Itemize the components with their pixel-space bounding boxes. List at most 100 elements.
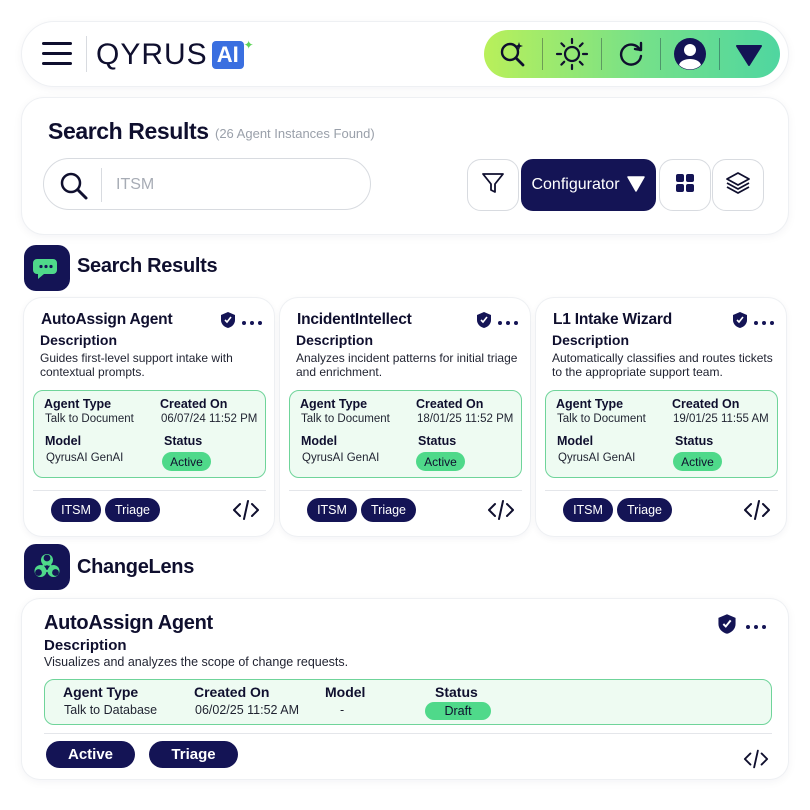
configurator-button[interactable]: Configurator xyxy=(521,159,656,211)
card-actions xyxy=(717,613,766,640)
agent-info-box: Agent Type Talk to Document Created On 1… xyxy=(289,390,522,478)
user-avatar-icon[interactable] xyxy=(661,30,719,78)
description-label: Description xyxy=(40,332,118,348)
more-options-icon[interactable] xyxy=(242,320,262,325)
agent-type-value: Talk to Document xyxy=(45,413,134,425)
status-badge: Active xyxy=(673,452,722,471)
card-divider xyxy=(289,490,522,491)
logo-text: QYRUS xyxy=(96,38,208,71)
created-on-label: Created On xyxy=(416,397,484,411)
biohazard-icon xyxy=(24,544,70,590)
agent-info-box: Agent Type Talk to Database Created On 0… xyxy=(44,679,772,725)
agent-description: Automatically classifies and routes tick… xyxy=(552,351,773,379)
grid-view-button[interactable] xyxy=(659,159,711,211)
tag-chip[interactable]: ITSM xyxy=(51,498,101,522)
agent-card[interactable]: AutoAssign Agent Description Guides firs… xyxy=(24,298,274,536)
agent-type-value: Talk to Database xyxy=(64,703,158,717)
agent-card[interactable]: IncidentIntellect Description Analyzes i… xyxy=(280,298,530,536)
more-options-icon[interactable] xyxy=(754,320,774,325)
code-embed-icon[interactable] xyxy=(743,748,769,775)
code-embed-icon[interactable] xyxy=(487,499,515,526)
tag-chip[interactable]: Triage xyxy=(617,498,672,522)
ai-search-icon[interactable] xyxy=(484,30,542,78)
chevron-down-icon xyxy=(626,173,646,198)
header-divider xyxy=(86,36,87,72)
tag-chip[interactable]: ITSM xyxy=(563,498,613,522)
card-actions xyxy=(220,311,262,334)
tag-chip[interactable]: Triage xyxy=(149,741,238,768)
agent-description: Guides first-level support intake with c… xyxy=(40,351,233,379)
created-on-value: 19/01/25 11:55 AM xyxy=(673,413,769,425)
agent-name: L1 Intake Wizard xyxy=(553,311,672,328)
tag-chip[interactable]: Active xyxy=(46,741,135,768)
agent-name: AutoAssign Agent xyxy=(44,612,213,634)
section-title-search-results: Search Results xyxy=(77,255,218,277)
logo-ai-badge: AI xyxy=(211,31,254,69)
status-label: Status xyxy=(164,434,203,448)
agent-type-value: Talk to Document xyxy=(557,413,646,425)
results-count: (26 Agent Instances Found) xyxy=(215,126,375,141)
code-embed-icon[interactable] xyxy=(232,499,260,526)
created-on-label: Created On xyxy=(194,684,270,700)
agent-card-wide[interactable]: AutoAssign Agent Description Visualizes … xyxy=(22,599,788,779)
tag-chip[interactable]: ITSM xyxy=(307,498,357,522)
search-box[interactable] xyxy=(43,158,371,210)
agent-info-box: Agent Type Talk to Document Created On 1… xyxy=(545,390,778,478)
status-badge: Active xyxy=(416,452,465,471)
created-on-value: 06/07/24 11:52 PM xyxy=(161,413,258,425)
status-badge: Active xyxy=(162,452,211,471)
model-value: - xyxy=(340,703,345,717)
agent-name: IncidentIntellect xyxy=(297,311,412,328)
shield-check-icon xyxy=(476,311,492,334)
configurator-label: Configurator xyxy=(531,176,620,193)
agent-type-label: Agent Type xyxy=(300,397,368,411)
model-label: Model xyxy=(301,434,338,448)
created-on-label: Created On xyxy=(160,397,228,411)
search-panel: Search Results (26 Agent Instances Found… xyxy=(22,98,788,234)
description-label: Description xyxy=(552,332,630,348)
header-toolbar xyxy=(484,30,780,78)
card-actions xyxy=(732,311,774,334)
card-divider xyxy=(44,733,772,734)
model-label: Model xyxy=(45,434,82,448)
more-options-icon[interactable] xyxy=(498,320,518,325)
refresh-icon[interactable] xyxy=(602,30,660,78)
created-on-label: Created On xyxy=(672,397,740,411)
created-on-value: 06/02/25 11:52 AM xyxy=(195,703,300,717)
search-icon xyxy=(58,170,90,207)
search-divider xyxy=(101,168,102,202)
card-divider xyxy=(33,490,266,491)
agent-type-label: Agent Type xyxy=(44,397,112,411)
code-embed-icon[interactable] xyxy=(743,499,771,526)
model-value: QyrusAI GenAI xyxy=(46,452,124,464)
description-label: Description xyxy=(296,332,374,348)
status-label: Status xyxy=(675,434,714,448)
status-label: Status xyxy=(418,434,457,448)
agent-description: Visualizes and analyzes the scope of cha… xyxy=(44,655,349,669)
filter-icon xyxy=(480,170,506,201)
status-label: Status xyxy=(435,684,478,700)
model-value: QyrusAI GenAI xyxy=(558,452,636,464)
section-title-changelens: ChangeLens xyxy=(77,556,195,578)
card-divider xyxy=(545,490,778,491)
shield-check-icon xyxy=(717,613,737,640)
filter-button[interactable] xyxy=(467,159,519,211)
hamburger-menu-icon[interactable] xyxy=(42,41,74,67)
layers-view-button[interactable] xyxy=(712,159,764,211)
more-options-icon[interactable] xyxy=(746,624,766,629)
created-on-value: 18/01/25 11:52 PM xyxy=(417,413,514,425)
agent-type-label: Agent Type xyxy=(63,684,139,700)
tag-chip[interactable]: Triage xyxy=(105,498,160,522)
top-header: QYRUS AI xyxy=(22,22,788,86)
description-label: Description xyxy=(44,637,127,654)
agent-card[interactable]: L1 Intake Wizard Description Automatical… xyxy=(536,298,786,536)
qyrus-logo[interactable]: QYRUS AI xyxy=(96,31,254,72)
tag-chip[interactable]: Triage xyxy=(361,498,416,522)
grid-icon xyxy=(674,172,696,199)
model-label: Model xyxy=(325,684,366,700)
chevron-down-icon[interactable] xyxy=(720,30,778,78)
sun-icon[interactable] xyxy=(543,30,601,78)
search-input[interactable] xyxy=(116,173,356,197)
agent-info-box: Agent Type Talk to Document Created On 0… xyxy=(33,390,266,478)
model-value: QyrusAI GenAI xyxy=(302,452,380,464)
